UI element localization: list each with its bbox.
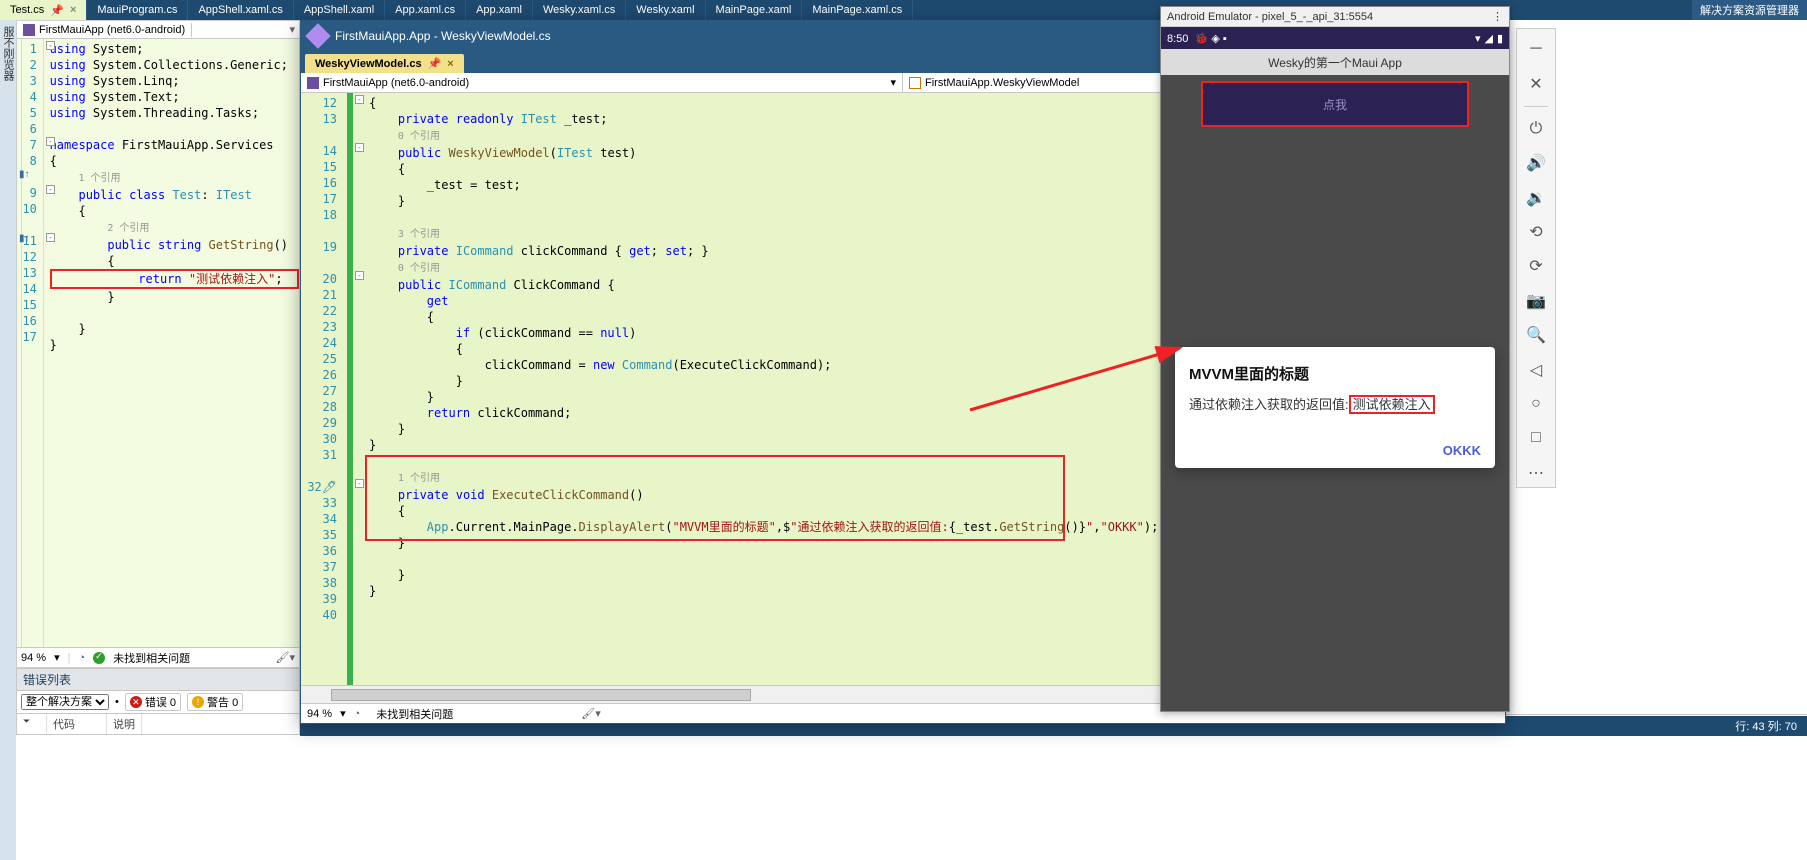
fold-toggle[interactable]: - xyxy=(355,95,364,104)
error-list-columns: ⏷ 代码 说明 xyxy=(17,714,299,734)
zoom-combo[interactable]: 94 % xyxy=(21,652,46,664)
alert-message: 通过依赖注入获取的返回值:测试依赖注入 xyxy=(1189,394,1481,413)
error-list-panel: 错误列表 整个解决方案 • ✕错误 0 !警告 0 ⏷ 代码 说明 xyxy=(16,668,300,735)
class-icon xyxy=(909,77,921,89)
no-issues-label: 未找到相关问题 xyxy=(376,706,453,722)
tab-weskyviewmodel[interactable]: WeskyViewModel.cs📌× xyxy=(305,54,464,73)
bookmark-icon: ▮↑ xyxy=(19,233,30,244)
line-numbers: 1234567891011121314151617 xyxy=(22,39,43,647)
emulator-menu-icon[interactable]: ⋮ xyxy=(1492,10,1503,23)
emulator-titlebar[interactable]: Android Emulator - pixel_5_-_api_31:5554… xyxy=(1161,7,1509,27)
fold-toggle[interactable]: - xyxy=(46,233,55,242)
marker-margin: ▮↑ ▮↑ xyxy=(17,39,22,647)
chevron-down-icon[interactable]: ▾ xyxy=(289,23,299,36)
annotation-box xyxy=(365,455,1065,541)
server-explorer-tab[interactable]: 服不刚览器 xyxy=(0,20,16,860)
indicator-icon: ◔ xyxy=(354,708,361,720)
tab-appshell-xaml[interactable]: AppShell.xaml xyxy=(294,0,385,20)
close-icon[interactable]: × xyxy=(70,4,76,16)
signal-icon: ◢ xyxy=(1484,32,1492,45)
fold-toggle[interactable]: - xyxy=(46,185,55,194)
close-icon[interactable]: ✕ xyxy=(1521,69,1551,97)
csproj-icon xyxy=(307,77,319,89)
warnings-filter[interactable]: !警告 0 xyxy=(187,693,243,711)
visual-studio-icon xyxy=(305,23,330,48)
tab-mauiprogram[interactable]: MauiProgram.cs xyxy=(87,0,188,20)
error-list-toolbar: 整个解决方案 • ✕错误 0 !警告 0 xyxy=(17,690,299,714)
document-tab-strip: Test.cs📌× MauiProgram.cs AppShell.xaml.c… xyxy=(0,0,1807,20)
alert-dialog: MVVM里面的标题 通过依赖注入获取的返回值:测试依赖注入 OKKK xyxy=(1175,347,1495,468)
tab-mainpage-xaml[interactable]: MainPage.xaml xyxy=(706,0,803,20)
battery-icon: ▮ xyxy=(1497,32,1503,45)
solution-explorer-tab[interactable]: 解决方案资源管理器 xyxy=(1692,0,1807,20)
code-body[interactable]: ▮↑ ▮↑ 1234567891011121314151617 - - - - … xyxy=(17,39,299,647)
scope-select[interactable]: 整个解决方案 xyxy=(21,694,109,710)
fold-toggle[interactable]: - xyxy=(355,271,364,280)
indicator-icon: ◔ xyxy=(78,652,85,664)
alert-title: MVVM里面的标题 xyxy=(1189,363,1481,384)
volume-down-icon[interactable]: 🔉 xyxy=(1521,184,1551,212)
tab-test-cs[interactable]: Test.cs📌× xyxy=(0,0,87,20)
rotate-left-icon[interactable]: ⟲ xyxy=(1521,218,1551,246)
no-issues-label: 未找到相关问题 xyxy=(113,650,190,666)
pin-icon: 📌 xyxy=(50,4,64,17)
back-icon[interactable]: ◁ xyxy=(1521,355,1551,383)
rotate-right-icon[interactable]: ⟳ xyxy=(1521,252,1551,280)
cursor-position: 行: 43 列: 70 xyxy=(1735,718,1797,734)
bookmark-icon: ▮↑ xyxy=(19,169,30,180)
close-icon[interactable]: × xyxy=(447,58,453,70)
brush-icon[interactable]: 🖌▾ xyxy=(276,651,296,664)
square-icon: ▪ xyxy=(1223,33,1227,45)
click-me-button[interactable]: 点我 xyxy=(1201,81,1469,127)
tab-mainpage-xaml-cs[interactable]: MainPage.xaml.cs xyxy=(802,0,913,20)
errors-filter[interactable]: ✕错误 0 xyxy=(125,693,181,711)
code-text[interactable]: using System; using System.Collections.G… xyxy=(48,39,299,647)
outline-margin[interactable]: - - - - xyxy=(353,93,367,685)
fold-toggle[interactable]: - xyxy=(46,137,55,146)
more-icon[interactable]: ⋯ xyxy=(1521,459,1551,487)
error-list-title: 错误列表 xyxy=(17,669,299,690)
shield-icon: ◈ xyxy=(1211,33,1219,45)
minimize-icon[interactable]: ─ xyxy=(1521,35,1551,63)
outline-margin[interactable]: - - - - xyxy=(44,39,48,647)
power-icon[interactable]: ⏻ xyxy=(1521,115,1551,143)
bug-icon: 🐞 xyxy=(1195,33,1209,45)
scrollbar-thumb[interactable] xyxy=(331,689,751,701)
overview-icon[interactable]: □ xyxy=(1521,424,1551,452)
editor-status-left: 94 %▾ | ◔ 未找到相关问题 🖌▾ xyxy=(17,647,299,667)
volume-up-icon[interactable]: 🔊 xyxy=(1521,149,1551,177)
tab-app-xaml-cs[interactable]: App.xaml.cs xyxy=(385,0,466,20)
zoom-combo[interactable]: 94 % xyxy=(307,708,332,720)
nav-project[interactable]: FirstMauiApp (net6.0-android)▾ xyxy=(301,73,903,92)
fold-toggle[interactable]: - xyxy=(355,479,364,488)
android-emulator-window: Android Emulator - pixel_5_-_api_31:5554… xyxy=(1160,6,1510,712)
home-icon[interactable]: ○ xyxy=(1521,390,1551,418)
tab-wesky-xaml-cs[interactable]: Wesky.xaml.cs xyxy=(533,0,626,20)
wifi-icon: ▾ xyxy=(1475,32,1481,45)
tab-wesky-xaml[interactable]: Wesky.xaml xyxy=(626,0,705,20)
app-title-bar: Wesky的第一个Maui App xyxy=(1161,49,1509,75)
editor-pane-test-cs: FirstMauiApp (net6.0-android) ▾ ▮↑ ▮↑ 12… xyxy=(16,20,300,668)
line-numbers: 1213141516171819202122232425262728293031… xyxy=(301,93,347,685)
nav-bar-left[interactable]: FirstMauiApp (net6.0-android) ▾ xyxy=(17,21,299,39)
emulator-toolbar: ─ ✕ ⏻ 🔊 🔉 ⟲ ⟳ 📷 🔍 ◁ ○ □ ⋯ xyxy=(1516,28,1556,488)
floating-title: FirstMauiApp.App - WeskyViewModel.cs xyxy=(335,29,551,43)
camera-icon[interactable]: 📷 xyxy=(1521,287,1551,315)
android-status-bar: 8:50 🐞 ◈ ▪ ▾◢▮ xyxy=(1161,27,1509,49)
pin-icon[interactable]: 📌 xyxy=(428,57,442,70)
ok-icon xyxy=(93,652,105,664)
zoom-icon[interactable]: 🔍 xyxy=(1521,321,1551,349)
brush-icon[interactable]: 🖌▾ xyxy=(581,707,601,720)
fold-toggle[interactable]: - xyxy=(355,143,364,152)
csproj-icon xyxy=(23,24,35,36)
fold-toggle[interactable]: - xyxy=(46,41,55,50)
emulator-screen[interactable]: 8:50 🐞 ◈ ▪ ▾◢▮ Wesky的第一个Maui App 点我 MVVM… xyxy=(1161,27,1509,711)
tab-app-xaml[interactable]: App.xaml xyxy=(466,0,533,20)
alert-ok-button[interactable]: OKKK xyxy=(1443,443,1481,458)
tab-appshell-cs[interactable]: AppShell.xaml.cs xyxy=(188,0,293,20)
